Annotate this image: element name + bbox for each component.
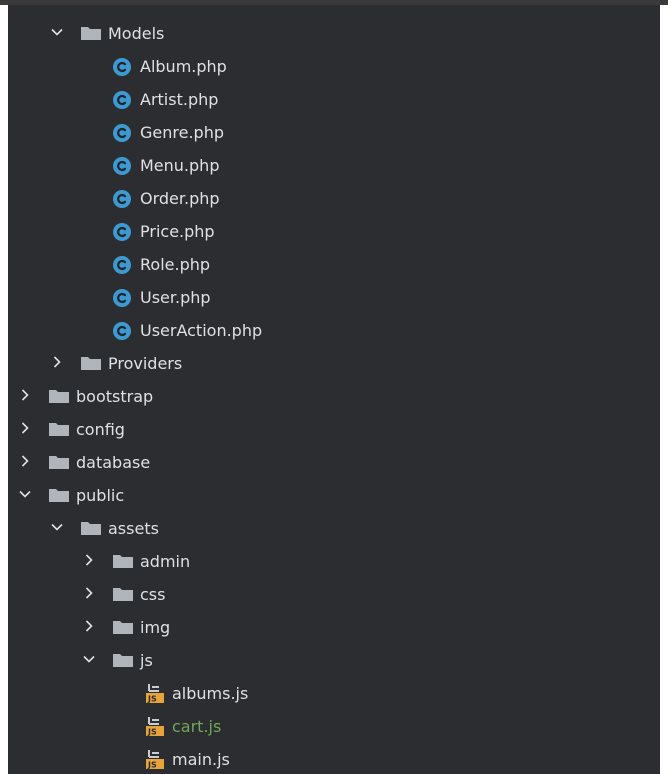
tree-node-label: img [140, 618, 171, 637]
folder-icon [49, 390, 69, 403]
tree-node-label: Artist.php [140, 90, 219, 109]
php-class-icon [113, 190, 131, 208]
folder-icon [81, 27, 101, 40]
tree-node-img[interactable]: img [8, 611, 660, 644]
javascript-file-icon: JS [146, 750, 164, 770]
chevron-right-icon[interactable] [82, 553, 96, 567]
tree-node-order-php[interactable]: Order.php [8, 182, 660, 215]
javascript-file-icon: JS [146, 684, 164, 704]
php-class-icon [113, 157, 131, 175]
php-class-icon [113, 58, 131, 76]
svg-text:JS: JS [147, 695, 157, 704]
chevron-down-icon[interactable] [18, 487, 32, 501]
tree-node-label: js [140, 651, 153, 670]
tree-node-role-php[interactable]: Role.php [8, 248, 660, 281]
tree-node-price-php[interactable]: Price.php [8, 215, 660, 248]
tree-node-database[interactable]: database [8, 446, 660, 479]
tree-node-label: Models [108, 24, 165, 43]
php-class-icon [113, 322, 131, 340]
tree-node-admin[interactable]: admin [8, 545, 660, 578]
tree-node-label: cart.js [172, 717, 222, 736]
svg-text:JS: JS [147, 761, 157, 770]
chevron-right-icon[interactable] [82, 619, 96, 633]
folder-icon [49, 456, 69, 469]
tree-node-label: config [76, 420, 125, 439]
tree-node-label: admin [140, 552, 191, 571]
tree-node-label: main.js [172, 750, 230, 769]
tree-node-label: Genre.php [140, 123, 224, 142]
tree-node-label: bootstrap [76, 387, 154, 406]
tree-node-bootstrap[interactable]: bootstrap [8, 380, 660, 413]
tree-node-label: Role.php [140, 255, 211, 274]
tree-node-label: assets [108, 519, 159, 538]
tree-node-label: public [76, 486, 125, 505]
folder-icon [113, 555, 133, 568]
chevron-down-icon[interactable] [82, 652, 96, 666]
tree-node-label: UserAction.php [140, 321, 263, 340]
tree-node-label: Menu.php [140, 156, 220, 175]
tree-node-label: Album.php [140, 57, 227, 76]
tree-node-label: database [76, 453, 151, 472]
php-class-icon [113, 289, 131, 307]
tree-node-models[interactable]: Models [8, 17, 660, 50]
chevron-right-icon[interactable] [50, 355, 64, 369]
folder-icon [81, 522, 101, 535]
chevron-right-icon[interactable] [18, 454, 32, 468]
tree-node-label: albums.js [172, 684, 249, 703]
tree-node-assets[interactable]: assets [8, 512, 660, 545]
php-class-icon [113, 124, 131, 142]
chevron-down-icon[interactable] [50, 520, 64, 534]
tree-node-album-php[interactable]: Album.php [8, 50, 660, 83]
tree-node-public[interactable]: public [8, 479, 660, 512]
tree-node-label: User.php [140, 288, 211, 307]
tree-node-menu-php[interactable]: Menu.php [8, 149, 660, 182]
folder-icon [49, 489, 69, 502]
tree-node-artist-php[interactable]: Artist.php [8, 83, 660, 116]
svg-text:JS: JS [147, 728, 157, 737]
tree-node-js[interactable]: js [8, 644, 660, 677]
tree-node-label: Price.php [140, 222, 215, 241]
tree-node-label: css [140, 585, 166, 604]
tree-node-config[interactable]: config [8, 413, 660, 446]
folder-icon [113, 588, 133, 601]
php-class-icon [113, 91, 131, 109]
folder-icon [81, 357, 101, 370]
chevron-right-icon[interactable] [18, 421, 32, 435]
chevron-right-icon[interactable] [18, 388, 32, 402]
folder-icon [113, 621, 133, 634]
folder-icon [49, 423, 69, 436]
tree-node-providers[interactable]: Providers [8, 347, 660, 380]
tree-node-cart-js[interactable]: JS cart.js [8, 710, 660, 743]
tree-node-main-js[interactable]: JS main.js [8, 743, 660, 774]
tree-node-user-php[interactable]: User.php [8, 281, 660, 314]
project-tool-window: Models Album.php Artist.php Genre.php Menu.p… [0, 0, 668, 774]
tree-node-label: Order.php [140, 189, 220, 208]
chevron-right-icon[interactable] [82, 586, 96, 600]
tree-node-genre-php[interactable]: Genre.php [8, 116, 660, 149]
chevron-down-icon[interactable] [50, 25, 64, 39]
folder-icon [113, 654, 133, 667]
tree-node-useraction-php[interactable]: UserAction.php [8, 314, 660, 347]
javascript-file-icon: JS [146, 717, 164, 737]
tree-node-css[interactable]: css [8, 578, 660, 611]
tree-node-albums-js[interactable]: JS albums.js [8, 677, 660, 710]
php-class-icon [113, 223, 131, 241]
tree-node-label: Providers [108, 354, 183, 373]
php-class-icon [113, 256, 131, 274]
project-tree: Models Album.php Artist.php Genre.php Menu.p… [8, 5, 660, 774]
